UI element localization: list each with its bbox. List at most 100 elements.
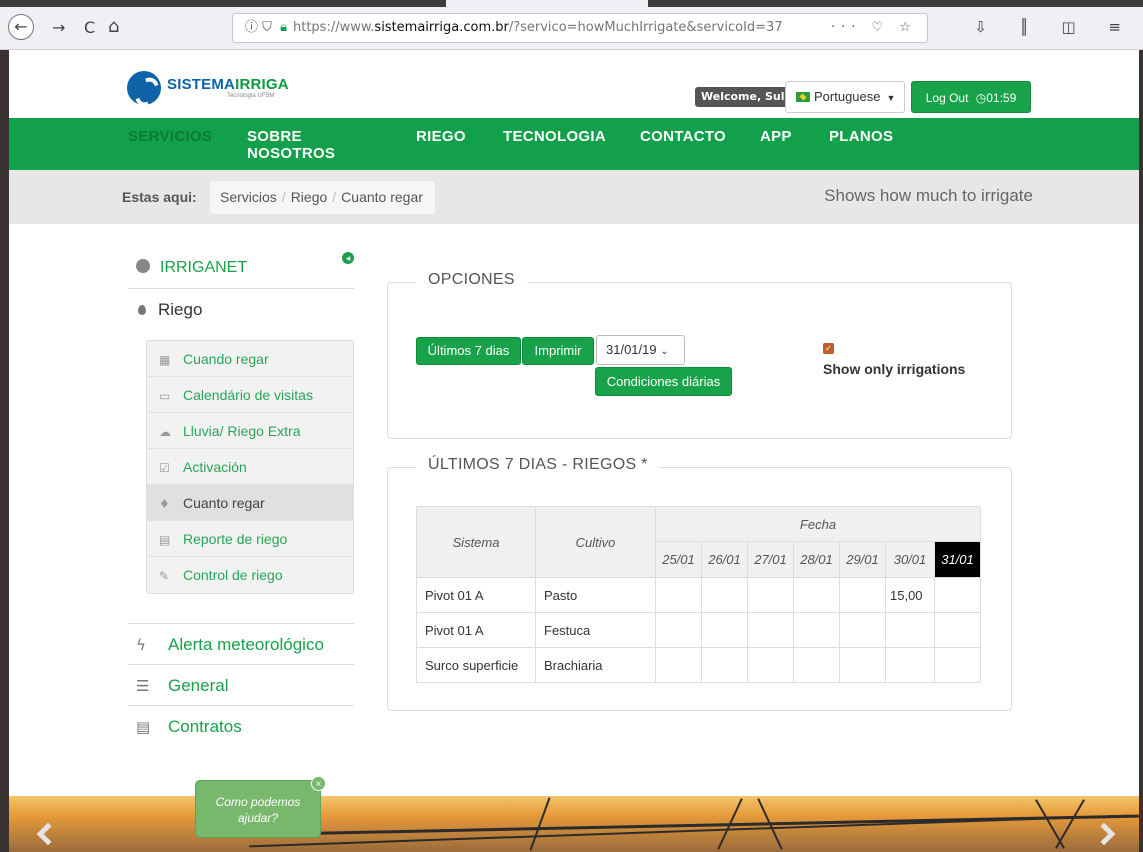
breadcrumb-current: Cuanto regar <box>341 189 423 205</box>
logo-brand-main: SISTEMA <box>167 76 236 93</box>
back-button[interactable]: ← <box>8 14 34 40</box>
last-7-days-button[interactable]: Últimos 7 dias <box>416 337 521 365</box>
submenu-activacion[interactable]: ☑ Activación <box>147 449 353 485</box>
logout-label: Log Out <box>925 91 969 105</box>
cell-cultivo: Festuca <box>535 612 656 648</box>
table-row: Pivot 01 A Pasto 15,00 <box>416 577 981 613</box>
site-logo[interactable]: SISTEMAIRRIGA Tecnologia UFSM <box>127 70 289 106</box>
print-button[interactable]: Imprimir <box>522 337 594 365</box>
welcome-badge: Welcome, Sul <box>695 87 791 107</box>
logo-mark-icon <box>127 71 161 105</box>
url-bar[interactable]: ⓘ ⛉ 🔒︎ https://www.sistemairriga.com.br/?… <box>232 13 928 43</box>
sidebar-lower: ϟ Alerta meteorológico ☰ General ▤ Contrato… <box>128 623 354 746</box>
cell-value <box>655 612 702 648</box>
bolt-icon: ϟ <box>136 636 146 654</box>
cell-cultivo: Pasto <box>535 577 656 613</box>
active-tab[interactable] <box>446 0 648 7</box>
browser-chrome: ← → C ⌂ ⓘ ⛉ 🔒︎ https://www.sistemairriga.… <box>0 0 1143 50</box>
url-action-icons[interactable]: ··· ♡ ☆ <box>831 14 917 42</box>
home-button[interactable]: ⌂ <box>108 16 119 37</box>
submenu-cuanto-regar[interactable]: ♦ Cuanto regar <box>147 485 353 521</box>
info-icon[interactable]: ⓘ <box>245 20 258 35</box>
breadcrumb-servicios[interactable]: Servicios <box>220 189 277 205</box>
chat-line1: Como podemos <box>215 795 301 809</box>
nav-tecnologia[interactable]: TECNOLOGIA <box>503 128 606 145</box>
day-header: 29/01 <box>839 541 886 578</box>
cell-value <box>934 647 981 683</box>
cell-value <box>934 577 981 613</box>
nav-servicios[interactable]: SERVICIOS <box>128 128 212 145</box>
edit-icon: ✎ <box>159 569 170 583</box>
submenu-cuando-regar[interactable]: ▦ Cuando regar <box>147 341 353 377</box>
logo-subtitle: Tecnologia UFSM <box>227 93 275 99</box>
submenu-label: Cuanto regar <box>183 495 265 511</box>
main-nav: SERVICIOS SOBRE NOSOTROS RIEGO TECNOLOGI… <box>9 118 1139 170</box>
submenu-label: Reporte de riego <box>183 531 288 547</box>
date-select[interactable]: 31/01/19 ⌄ <box>596 335 685 365</box>
chat-line2: ajudar? <box>237 811 279 825</box>
riegos-table: Sistema Cultivo Fecha 25/01 26/01 27/01 … <box>416 506 981 683</box>
page-frame-left <box>0 50 9 852</box>
sidebar-contratos-label: Contratos <box>168 717 242 736</box>
submenu-control-riego[interactable]: ✎ Control de riego <box>147 557 353 593</box>
submenu-reporte-riego[interactable]: ▤ Reporte de riego <box>147 521 353 557</box>
shield-icon[interactable]: ⛉ <box>262 20 272 35</box>
nav-sobre-nosotros[interactable]: SOBRE NOSOTROS <box>247 128 335 162</box>
document-icon: ▤ <box>159 533 171 547</box>
sidebar-riego-label: Riego <box>158 300 203 319</box>
chevron-down-icon: ⌄ <box>660 346 669 357</box>
cell-value <box>793 647 840 683</box>
session-timer: 01:59 <box>986 91 1017 105</box>
nav-planos[interactable]: PLANOS <box>829 128 893 145</box>
sidebar-item-riego[interactable]: Riego <box>128 289 354 329</box>
page-frame-right <box>1139 50 1143 852</box>
sidebar-item-alerta[interactable]: ϟ Alerta meteorológico <box>128 623 354 664</box>
sidebar-item-contratos[interactable]: ▤ Contratos <box>128 705 354 746</box>
date-value: 31/01/19 <box>606 342 657 357</box>
nav-app[interactable]: APP <box>760 128 792 145</box>
cell-value <box>655 577 702 613</box>
chat-close-icon[interactable]: × <box>311 776 326 791</box>
day-header: 27/01 <box>747 541 794 578</box>
cell-value: 15,00 <box>885 577 935 613</box>
language-select[interactable]: Portuguese ▼ <box>785 81 905 113</box>
day-header: 25/01 <box>655 541 702 578</box>
show-only-irrigations-checkbox[interactable]: ✓ <box>823 343 834 354</box>
submenu-lluvia-riego-extra[interactable]: ☁ Lluvia/ Riego Extra <box>147 413 353 449</box>
site-header: SISTEMAIRRIGA Tecnologia UFSM Welcome, S… <box>9 50 1139 118</box>
day-header-current: 31/01 <box>934 541 981 578</box>
list-icon: ☰ <box>136 677 150 695</box>
circle-arrow-left-icon[interactable]: ◂ <box>342 252 354 264</box>
submenu-label: Activación <box>183 459 247 475</box>
forward-button[interactable]: → <box>52 18 65 37</box>
page-description: Shows how much to irrigate <box>824 186 1033 205</box>
cell-value <box>701 612 748 648</box>
cell-value <box>701 647 748 683</box>
options-title: OPCIONES <box>416 271 527 289</box>
logout-button[interactable]: Log Out ◷01:59 <box>911 81 1031 113</box>
cell-value <box>793 612 840 648</box>
sidebar-irriganet-label: IRRIGANET <box>160 259 248 276</box>
submenu-calendario-visitas[interactable]: ▭ Calendário de visitas <box>147 377 353 413</box>
col-sistema: Sistema <box>416 506 536 578</box>
riego-submenu: ▦ Cuando regar ▭ Calendário de visitas ☁ Ll… <box>146 340 354 594</box>
clock-icon: ◷ <box>975 91 987 105</box>
toolbar-icons[interactable]: ⇩ ║ ◫ ≡ <box>974 18 1135 36</box>
document-icon: ▤ <box>136 718 151 736</box>
daily-conditions-button[interactable]: Condiciones diárias <box>595 367 732 396</box>
table-row: Pivot 01 A Festuca <box>416 612 981 648</box>
sidebar-item-general[interactable]: ☰ General <box>128 664 354 705</box>
sidebar-general-label: General <box>168 676 229 695</box>
nav-contacto[interactable]: CONTACTO <box>640 128 726 145</box>
url-path: /?servico=howMuchIrrigate&servicoId=37 <box>508 20 783 35</box>
cloud-icon: ☁ <box>159 425 171 439</box>
breadcrumb-riego[interactable]: Riego <box>291 189 328 205</box>
chat-widget[interactable]: Como podemos ajudar? <box>195 780 321 838</box>
reload-button[interactable]: C <box>84 18 95 37</box>
cell-value <box>839 612 886 648</box>
cell-sistema: Pivot 01 A <box>416 612 536 648</box>
sidebar-alerta-label: Alerta meteorológico <box>168 635 324 654</box>
sidebar-item-irriganet[interactable]: IRRIGANET ◂ <box>128 248 354 289</box>
lock-icon[interactable]: 🔒︎ <box>280 20 287 35</box>
nav-riego[interactable]: RIEGO <box>416 128 466 145</box>
